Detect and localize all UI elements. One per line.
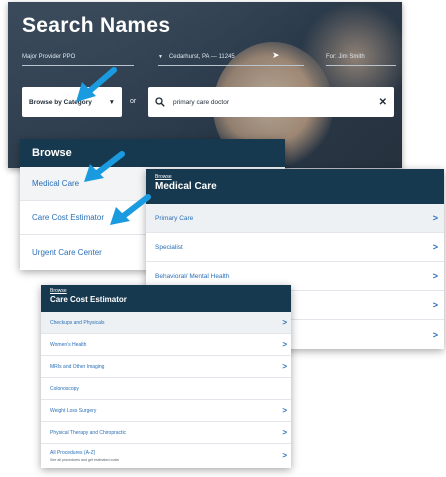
pointer-arrow-icon (84, 151, 125, 182)
chevron-down-icon: ▼ (158, 54, 163, 60)
breadcrumb-browse[interactable]: Browse (155, 174, 435, 180)
or-label: or (130, 98, 137, 105)
location-value: Cedarhurst, PA — 11245 (168, 54, 235, 60)
breadcrumb-browse[interactable]: Browse (50, 288, 282, 294)
estimator-header: Browse Care Cost Estimator (41, 285, 291, 312)
medical-item-label: Primary Care (155, 214, 194, 222)
estimator-item-label: Checkups and Physicals (50, 319, 105, 326)
estimator-item-subtext: See all procedures and get estimated cos… (50, 457, 119, 462)
browse-panel-title: Browse (20, 139, 285, 167)
chevron-right-icon: > (432, 300, 438, 310)
estimator-item-label: MRIs and Other Imaging (50, 363, 105, 370)
chevron-right-icon: > (432, 242, 438, 252)
estimator-item-checkups[interactable]: Checkups and Physicals > (41, 312, 291, 334)
estimator-item-label: Physical Therapy and Chiropractic (50, 429, 127, 436)
estimator-item-physical-therapy[interactable]: Physical Therapy and Chiropractic > (41, 422, 291, 444)
chevron-right-icon: > (432, 271, 438, 281)
estimator-item-label: All Procedures (A-Z) (50, 449, 96, 456)
location-arrow-icon[interactable]: ➤ (272, 50, 280, 61)
pointer-arrow-icon (110, 194, 151, 225)
estimator-item-womens-health[interactable]: Women's Health > (41, 334, 291, 356)
search-input-value: primary care doctor (173, 98, 229, 106)
estimator-item-all-procedures[interactable]: All Procedures (A-Z) See all procedures … (41, 444, 291, 467)
chevron-right-icon: > (282, 362, 287, 371)
chevron-right-icon: > (282, 406, 287, 415)
medical-care-title: Medical Care (155, 181, 217, 192)
care-cost-estimator-panel: Browse Care Cost Estimator Checkups and … (41, 285, 291, 468)
estimator-item-label: Women's Health (50, 341, 87, 348)
member-field[interactable]: For: Jim Smith (326, 49, 396, 66)
clear-search-icon[interactable]: ✕ (379, 97, 387, 108)
estimator-item-label: Weight Loss Surgery (50, 407, 97, 414)
estimator-item-label: Colonoscopy (50, 385, 79, 392)
browse-item-label: Urgent Care Center (32, 247, 102, 257)
estimator-item-weight-loss[interactable]: Weight Loss Surgery > (41, 400, 291, 422)
provider-plan-value: Major Provider PPO (22, 54, 76, 60)
page-title: Search Names (22, 14, 171, 37)
provider-plan-field[interactable]: Major Provider PPO (22, 49, 134, 66)
medical-item-primary-care[interactable]: Primary Care > (146, 204, 444, 233)
chevron-right-icon: > (432, 213, 438, 223)
search-input[interactable]: primary care doctor ✕ (148, 87, 394, 117)
chevron-right-icon: > (282, 340, 287, 349)
chevron-right-icon: > (432, 329, 438, 340)
medical-item-label: Specialist (155, 243, 183, 251)
member-value: For: Jim Smith (326, 54, 365, 60)
browse-item-label: Care Cost Estimator (32, 213, 105, 222)
location-field[interactable]: ▼ Cedarhurst, PA — 11245 (158, 49, 304, 66)
search-icon (155, 97, 165, 107)
chevron-right-icon: > (282, 428, 287, 437)
chevron-right-icon: > (282, 318, 287, 327)
browse-item-label: Medical Care (32, 179, 80, 188)
chevron-right-icon: > (282, 451, 287, 460)
estimator-item-imaging[interactable]: MRIs and Other Imaging > (41, 356, 291, 378)
estimator-title: Care Cost Estimator (50, 295, 127, 304)
medical-care-header: Browse Medical Care (146, 169, 444, 204)
medical-item-specialist[interactable]: Specialist > (146, 233, 444, 262)
medical-item-label: Behavioral/ Mental Health (155, 272, 230, 280)
estimator-item-colonoscopy[interactable]: Colonoscopy (41, 378, 291, 400)
pointer-arrow-icon (76, 67, 117, 102)
